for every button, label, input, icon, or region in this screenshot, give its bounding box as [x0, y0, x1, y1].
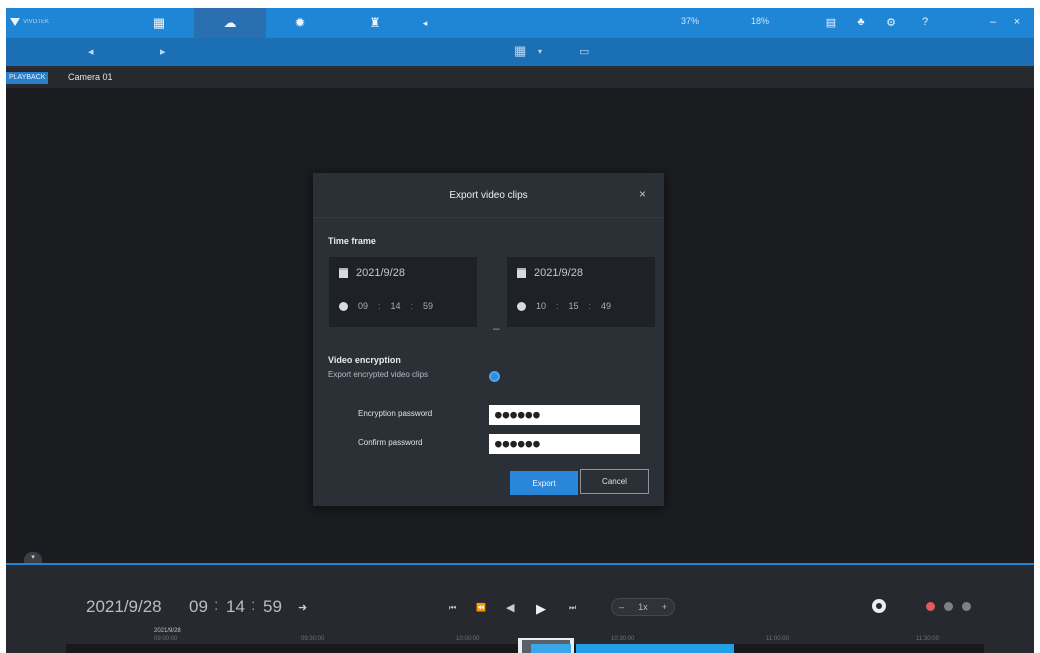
export-dialog: Export video clips × Time frame 2021/9/2… [313, 173, 664, 506]
start-date-row[interactable]: 2021/9/28 [339, 267, 405, 279]
back-icon[interactable]: ◂ [88, 45, 94, 58]
cpu-usage: 37% [681, 16, 700, 26]
dialog-title: Export video clips [313, 173, 664, 218]
start-date[interactable]: 2021/9/28 [356, 267, 405, 279]
confirm-password-label: Confirm password [358, 438, 423, 447]
end-date-row[interactable]: 2021/9/28 [517, 267, 583, 279]
person-icon: ♜ [369, 15, 381, 30]
camera-name[interactable]: Camera 01 [68, 72, 113, 82]
time-separator: : [214, 597, 219, 614]
start-minute[interactable]: 14 [389, 301, 403, 311]
monitor-icon: ▦ [152, 15, 166, 30]
encryption-password-input[interactable]: ●●●●●● [489, 405, 640, 425]
rewind-icon[interactable]: ◀ [506, 601, 514, 614]
timeline-tick: 11:30:00 [916, 636, 939, 642]
user-tab[interactable]: ♜ [351, 8, 399, 38]
playback-date[interactable]: 2021/9/28 [86, 597, 162, 617]
more-tab[interactable]: ◂ [414, 8, 436, 38]
settings-icon[interactable] [962, 602, 971, 611]
timeline-tick: 09:30:00 [301, 636, 325, 642]
layout-grid-icon[interactable]: ▦ [514, 43, 526, 59]
dropdown-icon: ◂ [422, 17, 428, 28]
playback-tab[interactable]: ☁ [194, 8, 266, 38]
timeline-date: 2021/9/28 [154, 628, 181, 634]
liveview-tab[interactable]: ▦ [134, 8, 184, 38]
app-window: VIVOTEK ▦ ☁ ✹ ♜ ◂ 37% 18% ▤ ♣ ⚙ ? – × ◂ … [6, 8, 1034, 653]
chevron-down-icon: ▾ [31, 554, 35, 561]
time-separator: : [251, 597, 256, 614]
encryption-toggle-label: Export encrypted video clips [328, 370, 429, 379]
time-separator: : [588, 301, 592, 311]
cancel-button[interactable]: Cancel [580, 469, 649, 494]
bell-icon[interactable]: ♣ [854, 15, 868, 29]
time-separator: : [556, 301, 559, 311]
logo-icon [10, 18, 20, 26]
forward-icon[interactable]: ▸ [160, 45, 166, 58]
export-icon[interactable] [944, 602, 953, 611]
timeline-tick: 10:30:00 [611, 636, 635, 642]
close-icon[interactable]: × [1010, 15, 1024, 29]
end-second[interactable]: 49 [599, 301, 613, 311]
playback-hour[interactable]: 09 [189, 597, 208, 617]
list-icon[interactable]: ▤ [824, 15, 838, 29]
play-icon[interactable]: ▶ [536, 601, 546, 617]
previous-event-icon[interactable]: ⏮ [449, 603, 456, 613]
start-time-box: 2021/9/28 09 : 14 : 59 [329, 257, 477, 327]
calendar-icon [517, 268, 526, 278]
speed-value: 1x [638, 602, 648, 612]
speed-control[interactable]: – 1x + [611, 598, 675, 616]
playback-bar: 2021/9/28 09 : 14 : 59 ➜ ⏮ ⏪ ◀ ▶ ⏭ – 1x … [6, 563, 1034, 653]
timeline-tick: 09:00:00 [154, 636, 178, 642]
end-minute[interactable]: 15 [567, 301, 581, 311]
playback-second[interactable]: 59 [263, 597, 282, 617]
fullscreen-icon[interactable]: ▭ [579, 45, 589, 58]
step-back-icon[interactable]: ⏪ [476, 603, 486, 612]
end-hour[interactable]: 10 [534, 301, 548, 311]
brand-name: VIVOTEK [23, 19, 50, 25]
view-tab-strip: PLAYBACK Camera 01 [6, 68, 1034, 88]
export-range-fill [531, 644, 571, 653]
close-icon[interactable]: × [639, 187, 646, 201]
minus-icon[interactable]: – [619, 602, 624, 612]
start-second[interactable]: 59 [421, 301, 435, 311]
minimize-icon[interactable]: – [986, 15, 1000, 29]
mode-badge: PLAYBACK [6, 72, 49, 84]
gear-icon: ✹ [294, 15, 306, 30]
brand-logo[interactable]: VIVOTEK [10, 14, 56, 30]
video-encryption-label: Video encryption [328, 355, 401, 365]
start-time-row: 09 : 14 : 59 [339, 301, 435, 311]
calendar-icon [339, 268, 348, 278]
time-separator: : [378, 301, 381, 311]
sub-toolbar: ◂ ▸ ▦ ▾ ▭ [6, 38, 1034, 68]
password-label: Encryption password [358, 409, 433, 418]
end-time-row: 10 : 15 : 49 [517, 301, 613, 311]
search-time-icon[interactable]: ➜ [298, 601, 307, 614]
playback-minute[interactable]: 14 [226, 597, 245, 617]
time-separator: : [410, 301, 414, 311]
clock-icon [517, 301, 526, 311]
top-app-bar: VIVOTEK ▦ ☁ ✹ ♜ ◂ 37% 18% ▤ ♣ ⚙ ? – × [6, 8, 1034, 38]
chevron-down-icon[interactable]: ▾ [538, 47, 542, 56]
timeline-tick: 11:00:00 [766, 636, 789, 642]
range-dash: – [493, 321, 500, 335]
settings-icon[interactable]: ⚙ [884, 15, 898, 29]
time-frame-label: Time frame [328, 236, 376, 246]
encryption-toggle[interactable] [489, 371, 500, 382]
export-button[interactable]: Export [510, 471, 578, 495]
snapshot-icon[interactable] [872, 599, 886, 613]
clock-icon [339, 301, 348, 311]
start-hour[interactable]: 09 [356, 301, 370, 311]
help-icon[interactable]: ? [918, 15, 932, 29]
settings-tab[interactable]: ✹ [276, 8, 324, 38]
plus-icon[interactable]: + [662, 602, 667, 612]
cloud-playback-icon: ☁ [223, 15, 237, 30]
end-time-box: 2021/9/28 10 : 15 : 49 [507, 257, 655, 327]
timeline-tick: 10:00:00 [456, 636, 480, 642]
next-event-icon[interactable]: ⏭ [569, 603, 576, 613]
end-date[interactable]: 2021/9/28 [534, 267, 583, 279]
recording-segment[interactable] [576, 644, 734, 653]
memory-usage: 18% [751, 16, 770, 26]
record-icon[interactable] [926, 602, 935, 611]
confirm-password-input[interactable]: ●●●●●● [489, 434, 640, 454]
